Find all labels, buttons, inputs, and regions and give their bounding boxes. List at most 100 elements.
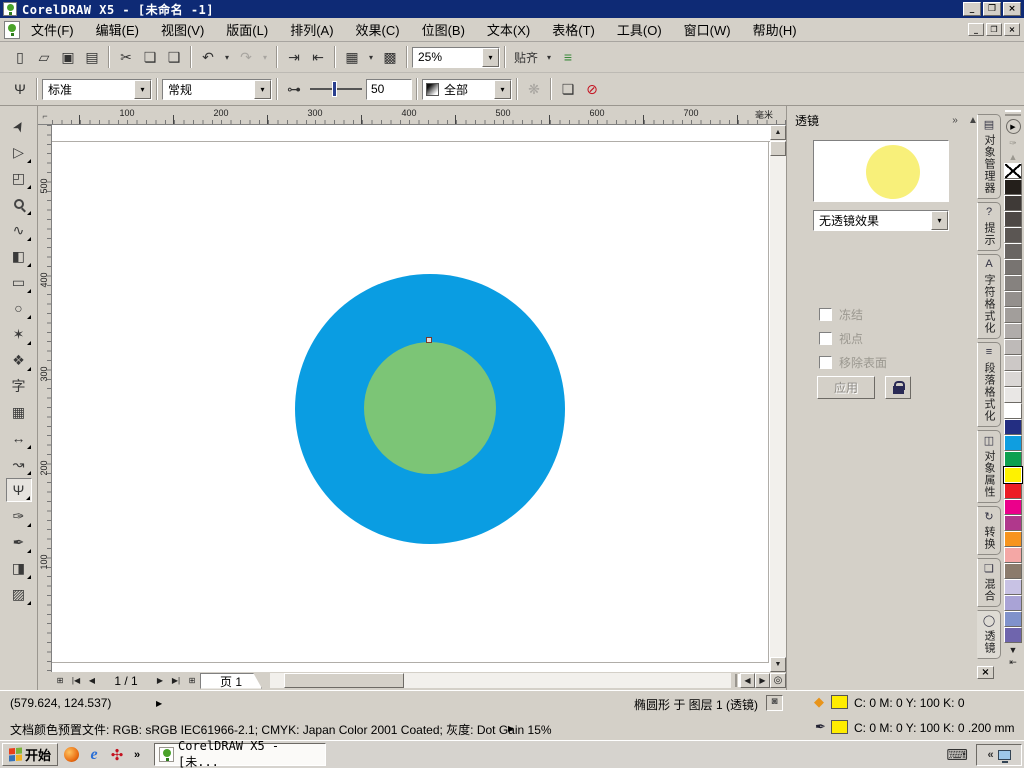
palette-expand-icon[interactable]: ⇤ bbox=[1009, 656, 1017, 669]
color-swatch[interactable] bbox=[1004, 179, 1022, 195]
color-swatch[interactable] bbox=[1004, 243, 1022, 259]
quick-launch-overflow-icon[interactable]: » bbox=[130, 745, 144, 765]
previous-page-icon[interactable]: ◀ bbox=[84, 673, 100, 688]
tab-hints[interactable]: ? 提示 bbox=[977, 202, 1001, 251]
inner-ellipse-object[interactable] bbox=[364, 342, 496, 474]
ellipse-tool-icon[interactable]: ○ bbox=[6, 296, 32, 320]
table-tool-icon[interactable]: ▦ bbox=[6, 400, 32, 424]
menu-view[interactable]: 视图(V) bbox=[150, 17, 215, 42]
color-swatch[interactable] bbox=[1004, 403, 1022, 419]
apply-button[interactable]: 应用 bbox=[817, 376, 875, 399]
color-swatch[interactable] bbox=[1004, 387, 1022, 403]
tab-object-properties[interactable]: ◫ 对象属性 bbox=[977, 430, 1001, 503]
launcher-dropdown-icon[interactable]: ▾ bbox=[364, 46, 378, 69]
freehand-tool-icon[interactable]: ∿ bbox=[6, 218, 32, 242]
last-page-icon[interactable]: ▶| bbox=[168, 673, 184, 688]
menu-arrange[interactable]: 排列(A) bbox=[279, 17, 344, 42]
close-button-icon[interactable]: × bbox=[1003, 2, 1021, 16]
color-swatch[interactable] bbox=[1004, 611, 1022, 627]
menu-edit[interactable]: 编辑(E) bbox=[85, 17, 150, 42]
menu-tools[interactable]: 工具(O) bbox=[606, 17, 673, 42]
document-info-icon[interactable]: ◙ bbox=[766, 695, 783, 711]
new-icon[interactable]: ▯ bbox=[8, 46, 32, 69]
outline-pen-tool-icon[interactable]: ✒ bbox=[6, 530, 32, 554]
docker-strip-close-icon[interactable]: × bbox=[977, 666, 994, 679]
color-swatch[interactable] bbox=[1004, 227, 1022, 243]
scroll-down-icon[interactable]: ▼ bbox=[770, 657, 786, 672]
eyedropper-tool-icon[interactable]: ✑ bbox=[6, 504, 32, 528]
color-swatch[interactable] bbox=[1004, 339, 1022, 355]
color-swatch[interactable] bbox=[1004, 435, 1022, 451]
remove-face-checkbox[interactable] bbox=[819, 356, 832, 369]
frozen-checkbox[interactable] bbox=[819, 308, 832, 321]
color-swatch[interactable] bbox=[1004, 595, 1022, 611]
color-swatch[interactable] bbox=[1004, 483, 1022, 499]
connector-tool-icon[interactable]: ↝ bbox=[6, 452, 32, 476]
interactive-fill-tool-icon[interactable]: ▨ bbox=[6, 582, 32, 606]
rate-input[interactable]: 50 bbox=[366, 79, 412, 100]
color-swatch[interactable] bbox=[1004, 451, 1022, 467]
color-swatch[interactable] bbox=[1004, 307, 1022, 323]
effects-tool-icon[interactable]: Ψ bbox=[6, 478, 32, 502]
menu-window[interactable]: 窗口(W) bbox=[673, 17, 742, 42]
coords-menu-icon[interactable]: ▶ bbox=[156, 699, 162, 708]
scroll-right-icon[interactable]: ▶ bbox=[755, 673, 770, 688]
restore-button-icon[interactable]: ❐ bbox=[983, 2, 1001, 16]
next-page-icon[interactable]: ▶ bbox=[152, 673, 168, 688]
profile-menu-icon[interactable]: ▶ bbox=[508, 724, 514, 733]
horizontal-scrollbar[interactable] bbox=[270, 673, 731, 688]
add-page-after-icon[interactable]: ⊞ bbox=[184, 673, 200, 688]
rectangle-tool-icon[interactable]: ▭ bbox=[6, 270, 32, 294]
chevron-down-icon[interactable]: ▾ bbox=[134, 80, 151, 99]
zoom-tool-icon[interactable] bbox=[6, 192, 32, 216]
undo-icon[interactable]: ↶ bbox=[196, 46, 220, 69]
slider-thumb[interactable] bbox=[332, 81, 337, 97]
color-swatch[interactable] bbox=[1004, 211, 1022, 227]
palette-drag-handle[interactable] bbox=[1005, 110, 1021, 116]
menu-table[interactable]: 表格(T) bbox=[541, 17, 606, 42]
first-page-icon[interactable]: |◀ bbox=[68, 673, 84, 688]
print-icon[interactable]: ▤ bbox=[80, 46, 104, 69]
swatch-no-color[interactable] bbox=[1004, 163, 1022, 179]
menu-help[interactable]: 帮助(H) bbox=[742, 17, 808, 42]
color-swatch[interactable] bbox=[1004, 499, 1022, 515]
tray-chevrons-icon[interactable]: « bbox=[987, 749, 993, 761]
mode-combo[interactable]: 常规 ▾ bbox=[162, 79, 272, 100]
tray-notification-area[interactable]: « bbox=[976, 744, 1022, 766]
fill-tool-icon[interactable]: ◨ bbox=[6, 556, 32, 580]
lens-effect-combo[interactable]: 无透镜效果 ▾ bbox=[813, 210, 949, 231]
internet-explorer-icon[interactable]: e bbox=[84, 745, 104, 765]
menu-text[interactable]: 文本(X) bbox=[476, 17, 541, 42]
text-tool-icon[interactable]: 字 bbox=[6, 374, 32, 398]
welcome-screen-icon[interactable]: ▩ bbox=[378, 46, 402, 69]
ruler-origin[interactable]: ⌐ bbox=[38, 107, 52, 125]
color-swatch[interactable] bbox=[1004, 259, 1022, 275]
polygon-tool-icon[interactable]: ✶ bbox=[6, 322, 32, 346]
smart-fill-tool-icon[interactable]: ◧ bbox=[6, 244, 32, 268]
shape-tool-icon[interactable]: ▷ bbox=[6, 140, 32, 164]
color-swatch[interactable] bbox=[1004, 419, 1022, 435]
menu-layout[interactable]: 版面(L) bbox=[215, 17, 279, 42]
media-player-icon[interactable] bbox=[61, 745, 81, 765]
document-icon[interactable] bbox=[4, 21, 20, 39]
add-page-before-icon[interactable]: ⊞ bbox=[52, 673, 68, 688]
network-status-icon[interactable] bbox=[998, 750, 1011, 760]
tab-paragraph-formatting[interactable]: ≡ 段落格式化 bbox=[977, 342, 1001, 427]
scroll-up-icon[interactable]: ▲ bbox=[770, 125, 786, 140]
color-swatch[interactable] bbox=[1004, 531, 1022, 547]
tab-blend[interactable]: ❏ 混合 bbox=[977, 558, 1001, 607]
chevron-down-icon[interactable]: ▾ bbox=[931, 211, 948, 230]
remove-lens-icon[interactable]: ⊘ bbox=[580, 78, 604, 101]
color-swatch[interactable] bbox=[1004, 355, 1022, 371]
drawing-canvas[interactable] bbox=[52, 125, 770, 672]
color-swatch[interactable] bbox=[1004, 371, 1022, 387]
color-swatch[interactable] bbox=[1004, 515, 1022, 531]
copy-icon[interactable]: ❏ bbox=[138, 46, 162, 69]
page-tab[interactable]: 页 1 bbox=[200, 673, 262, 689]
export-icon[interactable]: ⇤ bbox=[306, 46, 330, 69]
navigator-icon[interactable]: ◎ bbox=[770, 673, 786, 688]
rate-slider[interactable] bbox=[310, 81, 362, 97]
chevron-down-icon[interactable]: ▾ bbox=[494, 80, 511, 99]
snap-dropdown-icon[interactable]: ▾ bbox=[542, 46, 556, 69]
freeze-lens-icon[interactable]: ❋ bbox=[522, 78, 546, 101]
